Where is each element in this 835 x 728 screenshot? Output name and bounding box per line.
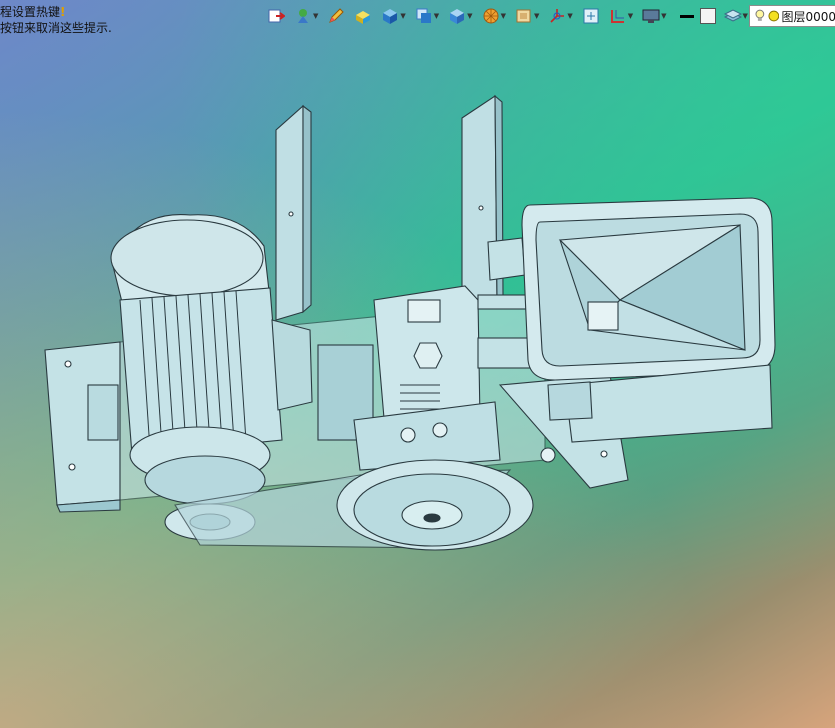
mounting-brackets <box>275 94 504 321</box>
model-viewport[interactable] <box>0 0 835 728</box>
